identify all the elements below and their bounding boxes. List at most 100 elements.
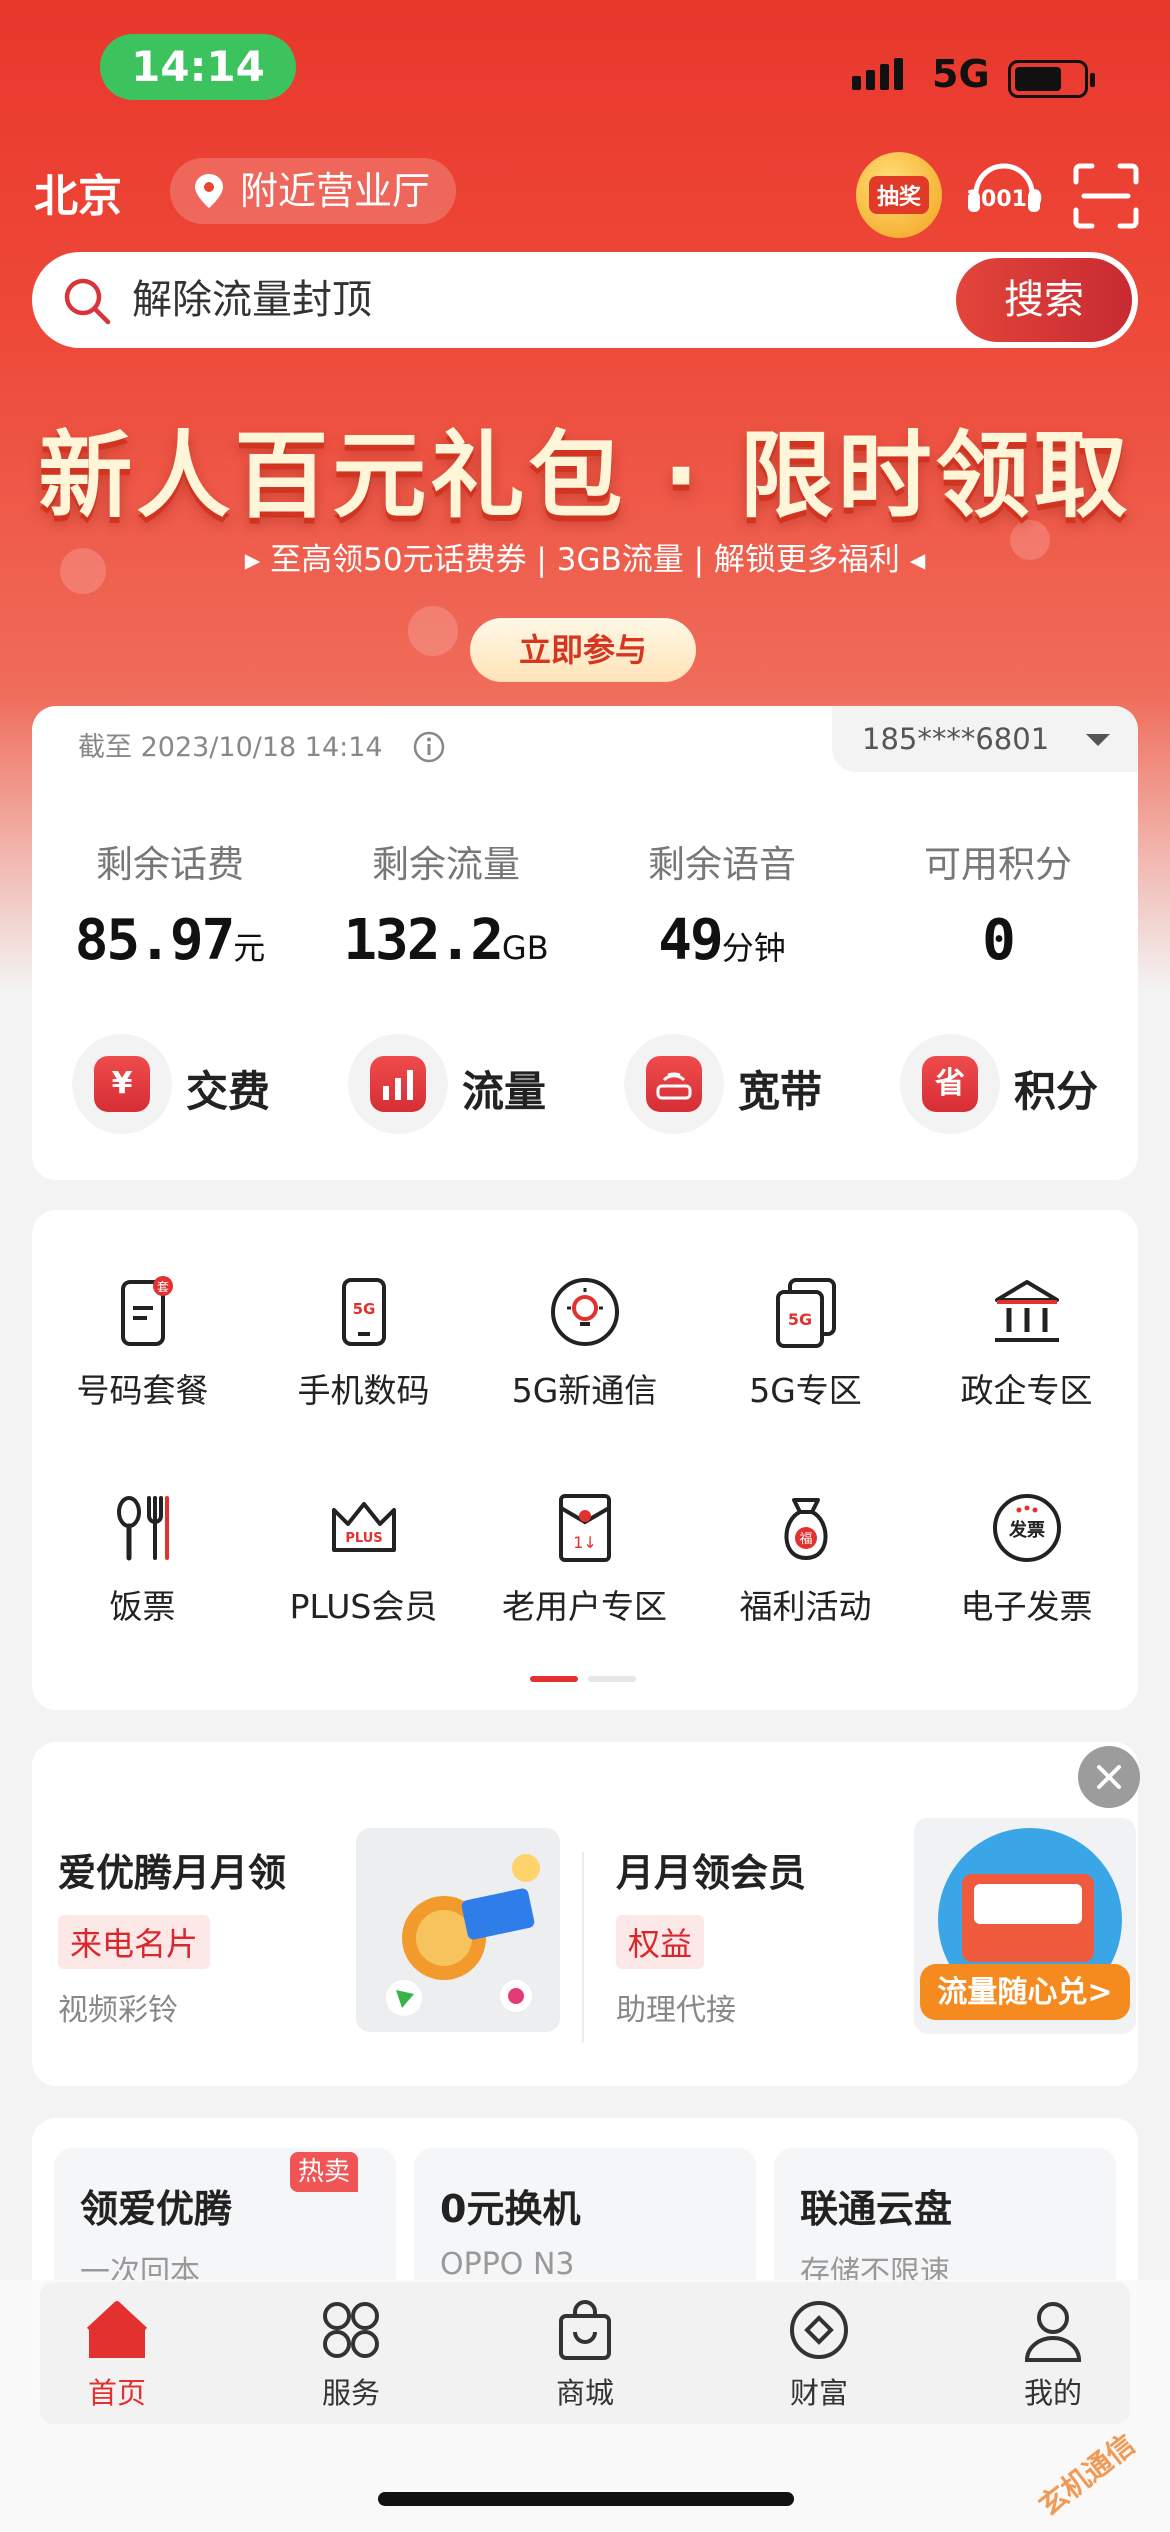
stat-points[interactable]: 可用积分 0 bbox=[860, 834, 1136, 973]
yen-icon: ¥ bbox=[72, 1034, 172, 1134]
stat-value: 85.97 bbox=[74, 908, 236, 973]
tab-profile[interactable]: 我的 bbox=[978, 2296, 1128, 2412]
banner-subtitle: ▸ 至高领50元话费券 | 3GB流量 | 解锁更多福利 ◂ bbox=[244, 542, 926, 578]
phone-number-selector[interactable]: 185****6801 bbox=[832, 706, 1138, 772]
cutlery-icon bbox=[116, 1496, 169, 1561]
bank-icon bbox=[994, 1280, 1059, 1342]
svg-text:发票: 发票 bbox=[1008, 1519, 1045, 1541]
tab-wealth[interactable]: 财富 bbox=[744, 2296, 894, 2412]
service-number-plan[interactable]: 套 号码套餐 bbox=[32, 1250, 253, 1420]
stat-voice[interactable]: 剩余语音 49分钟 bbox=[584, 834, 860, 973]
as-of-timestamp: 截至 2023/10/18 14:14 bbox=[78, 732, 383, 763]
service-old-user-zone[interactable]: 1↓ 老用户专区 bbox=[474, 1466, 695, 1636]
service-label: 5G专区 bbox=[749, 1371, 862, 1410]
stat-unit: GB bbox=[501, 929, 549, 967]
tab-home[interactable]: 首页 bbox=[42, 2296, 192, 2412]
promo-item[interactable]: 爱优腾月月领 来电名片 视频彩铃 bbox=[58, 1842, 286, 2029]
tile-title: 联通云盘 bbox=[800, 2187, 953, 2231]
promo-desc: 视频彩铃 bbox=[58, 1993, 178, 2028]
stat-label: 剩余流量 bbox=[372, 843, 520, 886]
nearby-store-label: 附近营业厅 bbox=[240, 169, 431, 213]
account-card: 截至 2023/10/18 14:14 185****6801 剩余话费 85.… bbox=[32, 706, 1138, 1180]
quick-points-button[interactable]: 省 积分 bbox=[860, 1028, 1136, 1138]
stat-label: 剩余话费 bbox=[96, 843, 244, 886]
phone-number: 185****6801 bbox=[862, 722, 1050, 756]
tab-label: 财富 bbox=[789, 2376, 848, 2410]
tab-services[interactable]: 服务 bbox=[276, 2296, 426, 2412]
service-number: 10010 bbox=[966, 187, 1043, 212]
lottery-label: 抽奖 bbox=[868, 176, 929, 214]
service-label: 政企专区 bbox=[960, 1371, 1093, 1410]
stat-value: 0 bbox=[982, 908, 1016, 973]
tab-label: 我的 bbox=[1023, 2376, 1082, 2410]
video-bundle-image[interactable] bbox=[356, 1828, 560, 2032]
nearby-store-button[interactable]: 附近营业厅 bbox=[170, 158, 457, 224]
promo-item[interactable]: 月月领会员 权益 助理代接 bbox=[616, 1842, 806, 2029]
lucky-bag-icon: 福 bbox=[784, 1498, 827, 1561]
service-e-invoice[interactable]: 发票 电子发票 bbox=[916, 1466, 1137, 1636]
stat-unit: 元 bbox=[233, 929, 266, 967]
service-label: 电子发票 bbox=[960, 1587, 1093, 1626]
stat-value: 49 bbox=[658, 908, 723, 973]
stat-data[interactable]: 剩余流量 132.2GB bbox=[308, 834, 584, 973]
service-label: 5G新通信 bbox=[511, 1371, 658, 1410]
location-pin-icon bbox=[195, 174, 223, 208]
chevron-down-icon bbox=[1086, 734, 1110, 746]
close-promo-button[interactable] bbox=[1078, 1746, 1140, 1808]
svg-text:套: 套 bbox=[156, 1280, 168, 1294]
scan-icon[interactable] bbox=[1070, 160, 1142, 232]
city-selector[interactable]: 北京 bbox=[34, 160, 122, 224]
promo-title: 爱优腾月月领 bbox=[58, 1851, 287, 1895]
service-5g-new-comm[interactable]: 5G新通信 bbox=[474, 1250, 695, 1420]
quick-broadband-button[interactable]: 宽带 bbox=[584, 1028, 860, 1138]
svg-text:5G: 5G bbox=[787, 1310, 811, 1329]
service-welfare[interactable]: 福 福利活动 bbox=[695, 1466, 916, 1636]
service-label: 福利活动 bbox=[739, 1587, 872, 1626]
bar-chart-icon bbox=[348, 1034, 448, 1134]
banner-join-button[interactable]: 立即参与 bbox=[470, 618, 696, 682]
search-button[interactable]: 搜索 bbox=[956, 258, 1132, 342]
service-label: 号码套餐 bbox=[76, 1371, 209, 1410]
data-exchange-image[interactable]: 流量随心兑> bbox=[914, 1818, 1136, 2034]
search-icon bbox=[64, 278, 111, 325]
grid-page-indicator bbox=[530, 1676, 636, 1682]
service-meal-ticket[interactable]: 饭票 bbox=[32, 1466, 253, 1636]
stat-balance[interactable]: 剩余话费 85.97元 bbox=[32, 834, 308, 973]
service-label: 手机数码 bbox=[297, 1371, 430, 1410]
service-gov-enterprise[interactable]: 政企专区 bbox=[916, 1250, 1137, 1420]
promo-desc: 助理代接 bbox=[616, 1993, 736, 2028]
customer-service-10010-icon[interactable]: 10010 bbox=[962, 156, 1046, 232]
quick-pay-button[interactable]: ¥ 交费 bbox=[32, 1028, 308, 1138]
page-dot-active bbox=[530, 1676, 578, 1682]
phone-plan-icon: 套 bbox=[120, 1276, 173, 1346]
svg-text:PLUS: PLUS bbox=[345, 1531, 382, 1546]
home-indicator[interactable] bbox=[378, 2492, 794, 2506]
services-grid: 套 号码套餐 5G 手机数码 5G新通信 5G 5G专区 政企专区 饭票 PLU… bbox=[32, 1210, 1138, 1710]
quick-data-button[interactable]: 流量 bbox=[308, 1028, 584, 1138]
network-label: 5G bbox=[932, 52, 990, 96]
5g-zone-icon: 5G bbox=[775, 1278, 836, 1348]
service-5g-zone[interactable]: 5G 5G专区 bbox=[695, 1250, 916, 1420]
quick-action-label: 交费 bbox=[186, 1067, 271, 1116]
status-time: 14:14 bbox=[100, 34, 296, 100]
search-bar[interactable]: 解除流量封顶 搜索 bbox=[32, 252, 1138, 348]
service-phone-digital[interactable]: 5G 手机数码 bbox=[253, 1250, 474, 1420]
signal-icon bbox=[852, 58, 903, 90]
tab-label: 商城 bbox=[555, 2376, 614, 2410]
user-icon bbox=[1024, 2302, 1082, 2362]
promo-divider bbox=[582, 1852, 584, 2042]
banner-decoration bbox=[408, 606, 458, 656]
stat-unit: 分钟 bbox=[721, 929, 786, 967]
coin-icon bbox=[790, 2301, 848, 2359]
search-input[interactable]: 解除流量封顶 bbox=[132, 252, 372, 348]
banner-title[interactable]: 新人百元礼包 · 限时领取 bbox=[0, 400, 1170, 536]
info-icon[interactable] bbox=[412, 730, 446, 764]
bulb-icon bbox=[550, 1278, 619, 1346]
tile-title: 0元换机 bbox=[440, 2187, 581, 2231]
service-plus-member[interactable]: PLUS PLUS会员 bbox=[253, 1466, 474, 1636]
lottery-gift-icon[interactable]: 抽奖 bbox=[856, 152, 942, 238]
quick-action-label: 宽带 bbox=[738, 1067, 823, 1116]
tab-mall[interactable]: 商城 bbox=[510, 2296, 660, 2412]
router-icon bbox=[624, 1034, 724, 1134]
quick-action-label: 积分 bbox=[1014, 1067, 1099, 1116]
